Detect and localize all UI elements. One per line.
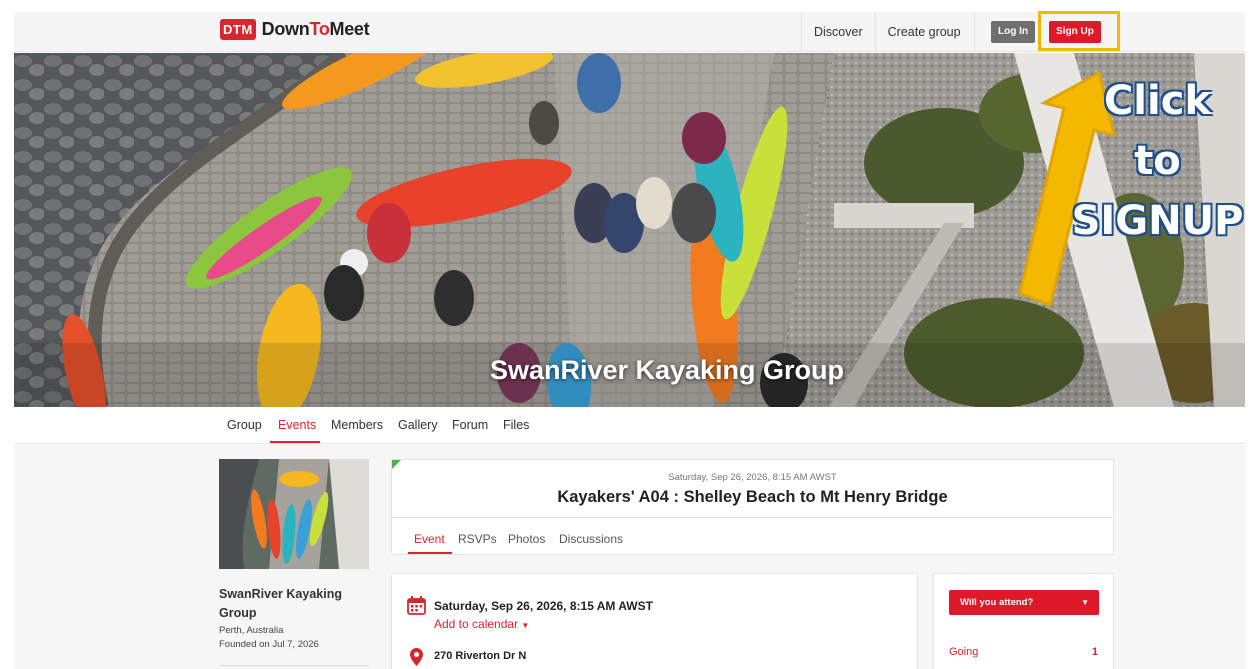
event-tab-rsvps[interactable]: RSVPs bbox=[458, 532, 497, 546]
logo-text: DownToMeet bbox=[261, 19, 370, 39]
login-button[interactable]: Log In bbox=[991, 21, 1035, 43]
group-thumbnail-image[interactable] bbox=[219, 459, 369, 569]
event-tab-photos[interactable]: Photos bbox=[508, 532, 545, 546]
calendar-icon bbox=[407, 596, 426, 620]
caret-down-icon: ▼ bbox=[1081, 598, 1089, 607]
will-you-attend-button[interactable]: Will you attend? ▼ bbox=[949, 590, 1099, 615]
tab-forum[interactable]: Forum bbox=[452, 418, 488, 432]
location-pin-icon bbox=[410, 648, 423, 669]
going-label[interactable]: Going bbox=[949, 646, 978, 658]
event-datetime-small: Saturday, Sep 26, 2026, 8:15 AM AWST bbox=[668, 472, 837, 483]
nav-create-group-link[interactable]: Create group bbox=[874, 12, 974, 52]
logo-badge: DTM bbox=[220, 19, 256, 40]
group-founded-date: Founded on Jul 7, 2026 bbox=[219, 639, 319, 650]
group-title: SwanRiver Kayaking Group bbox=[489, 355, 845, 385]
event-date-full: Saturday, Sep 26, 2026, 8:15 AM AWST bbox=[434, 599, 653, 613]
site-logo[interactable]: DTM DownToMeet bbox=[220, 19, 370, 40]
rsvp-card: Will you attend? ▼ Going 1 bbox=[933, 573, 1114, 669]
event-address[interactable]: 270 Riverton Dr N bbox=[434, 650, 526, 662]
group-location: Perth, Australia bbox=[219, 625, 284, 636]
tab-gallery[interactable]: Gallery bbox=[398, 418, 438, 432]
chevron-down-icon: ▼ bbox=[521, 621, 530, 630]
click-to-signup-callout: Click to SIGNUP bbox=[1071, 78, 1244, 244]
event-details-card: Saturday, Sep 26, 2026, 8:15 AM AWST Add… bbox=[391, 573, 918, 669]
active-tab-indicator bbox=[270, 441, 320, 443]
hero-photo bbox=[14, 53, 1245, 407]
tab-group[interactable]: Group bbox=[227, 418, 262, 432]
top-nav-links: Discover Create group bbox=[801, 12, 975, 52]
add-to-calendar-dropdown[interactable]: Add to calendar ▼ bbox=[434, 617, 529, 631]
event-corner-marker bbox=[392, 460, 401, 469]
event-tab-discussions[interactable]: Discussions bbox=[559, 532, 623, 546]
going-count: 1 bbox=[1091, 646, 1098, 658]
event-header-card: Saturday, Sep 26, 2026, 8:15 AM AWST Kay… bbox=[391, 459, 1114, 555]
event-tab-event[interactable]: Event bbox=[414, 532, 445, 546]
nav-divider bbox=[973, 12, 975, 52]
event-active-tab-indicator bbox=[408, 552, 452, 554]
group-name[interactable]: SwanRiver Kayaking Group bbox=[219, 585, 369, 623]
event-title: Kayakers' A04 : Shelley Beach to Mt Henr… bbox=[557, 488, 948, 506]
group-tabs: Group Events Members Gallery Forum Files bbox=[14, 408, 1245, 444]
tab-files[interactable]: Files bbox=[503, 418, 529, 432]
event-header-divider bbox=[392, 517, 1113, 518]
signup-highlight-box bbox=[1038, 11, 1120, 51]
left-column-divider bbox=[219, 665, 369, 666]
group-hero-banner: SwanRiver Kayaking Group Click to SIGNUP bbox=[14, 53, 1245, 407]
nav-discover-link[interactable]: Discover bbox=[801, 12, 875, 52]
tab-members[interactable]: Members bbox=[331, 418, 383, 432]
tab-events[interactable]: Events bbox=[278, 418, 316, 432]
